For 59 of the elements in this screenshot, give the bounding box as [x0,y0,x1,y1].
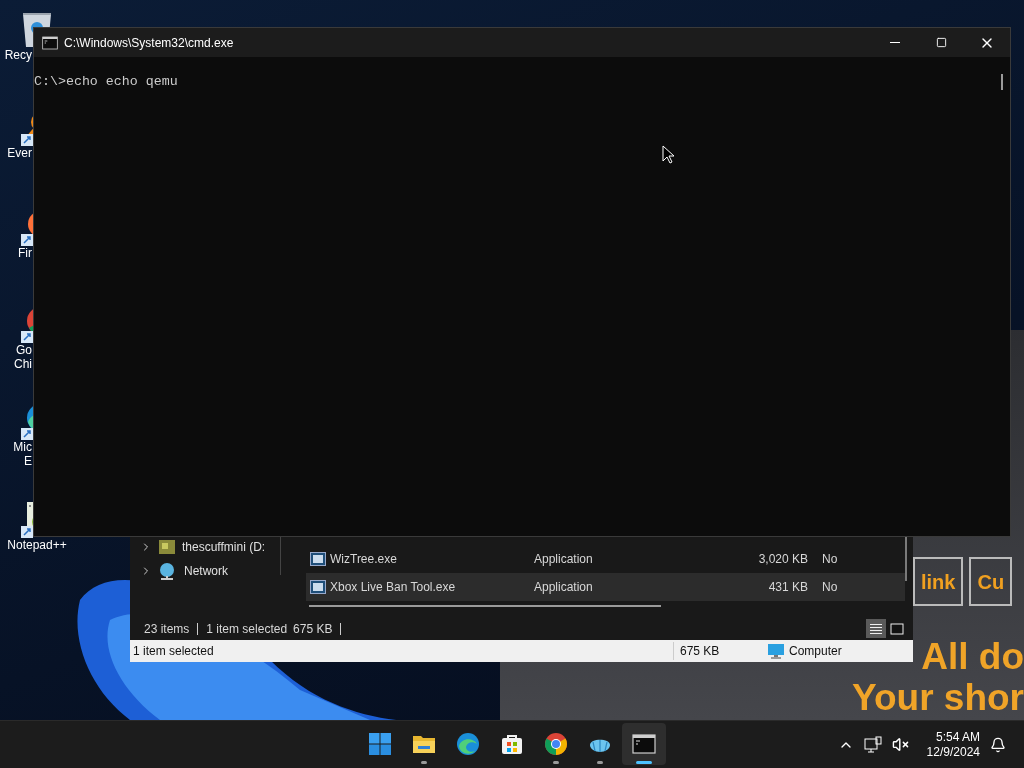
file-size: 3,020 KB [757,551,808,568]
file-row[interactable]: WizTree.exe Application 3,020 KB No [306,545,905,573]
terminal-icon [632,732,656,756]
file-type: Application [534,551,594,568]
notification-bell-icon[interactable] [990,736,1006,753]
file-name: WizTree.exe [330,551,398,568]
status-zone: Computer [789,643,842,660]
desktop-icon-label[interactable]: E [24,454,32,468]
details-view-button[interactable] [866,619,886,638]
running-indicator [421,761,427,764]
headline-text: Your shor [852,677,1024,718]
running-indicator [636,761,652,764]
page-link-button[interactable]: link [913,557,964,606]
file-row[interactable]: Xbox Live Ban Tool.exe Application 431 KB No [306,573,905,601]
desktop-icon-label[interactable]: Notepad++ [7,538,67,552]
desktop-icon-label[interactable]: Ever [7,146,32,160]
console-line: C:\>echo echo qemu [34,74,178,90]
status-size: 675 KB [673,642,764,660]
clock[interactable]: 5:54 AM 12/9/2024 [926,729,980,760]
shopping-bag-icon [500,732,524,756]
drive-icon [158,539,176,555]
desktop-icon-label[interactable]: Go [16,343,32,357]
volume-muted-icon[interactable] [891,736,909,753]
scrollbar-thumb [1001,74,1003,90]
page-link-button[interactable]: Cu [969,557,1013,606]
selection-size: 675 KB [293,620,333,638]
vertical-scrollbar [905,536,907,581]
application-icon [310,580,326,594]
running-indicator [597,761,603,764]
nav-item[interactable]: Network [130,556,280,586]
terminal-icon [42,34,58,51]
table-cell-text: No [822,551,838,568]
monitor-icon [768,643,784,659]
running-indicator [553,761,559,764]
desktop-icon-label[interactable]: Chi [14,357,32,371]
browser-circle-icon [544,732,568,756]
headline-text: All do [921,636,1024,677]
square-icon [890,622,904,635]
file-size: 431 KB [767,579,808,596]
network-icon[interactable] [863,735,882,754]
selection-status: 1 item selected [206,620,288,638]
status-text: 1 item selected [132,643,215,660]
nav-item[interactable]: thescuffmini (D: [130,538,280,556]
file-name: Xbox Live Ban Tool.exe [330,579,457,596]
window-title: C:\Windows\System32\cmd.exe [64,34,234,52]
desktop-icon-label[interactable]: Fir [18,246,32,260]
minimize-icon [890,42,900,43]
desktop-icon-label[interactable]: Mic [13,440,32,454]
wave-circle-icon [456,732,480,756]
mouse-pointer-icon [662,145,674,164]
file-type: Application [534,579,594,596]
list-icon [869,622,883,635]
application-icon [310,552,326,566]
maximize-icon [935,37,947,48]
desktop-icon-label[interactable]: Recy [4,48,32,62]
item-count: 23 items [144,620,190,638]
windows-logo-icon [368,732,392,756]
taskbar-app-button[interactable] [622,723,666,765]
table-cell-text: No [822,579,838,596]
